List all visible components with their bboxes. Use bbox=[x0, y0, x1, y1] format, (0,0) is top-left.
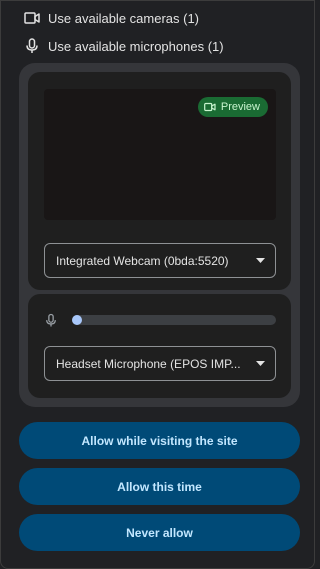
mic-level-indicator bbox=[72, 315, 82, 325]
microphone-card: Headset Microphone (EPOS IMP... bbox=[28, 294, 291, 398]
caret-down-icon bbox=[255, 256, 265, 266]
preview-badge-label: Preview bbox=[220, 101, 260, 113]
microphone-permission-row: Use available microphones (1) bbox=[23, 36, 224, 56]
camera-card: Preview Integrated Webcam (0bda:5520) bbox=[28, 72, 291, 290]
microphone-icon bbox=[23, 37, 41, 55]
preview-badge: Preview bbox=[197, 97, 268, 117]
microphone-permission-label: Use available microphones (1) bbox=[48, 38, 224, 54]
camera-permission-label: Use available cameras (1) bbox=[48, 10, 200, 26]
device-settings-panel: Preview Integrated Webcam (0bda:5520) He… bbox=[19, 63, 300, 407]
camera-preview: Preview bbox=[44, 89, 276, 220]
camera-icon bbox=[203, 101, 216, 113]
mic-level-row bbox=[44, 310, 276, 330]
microphone-select-value: Headset Microphone (EPOS IMP... bbox=[56, 356, 241, 371]
allow-while-visiting-button[interactable]: Allow while visiting the site bbox=[19, 422, 300, 459]
permission-dialog: Use available cameras (1) Use available … bbox=[0, 0, 315, 569]
camera-permission-row: Use available cameras (1) bbox=[23, 8, 199, 28]
never-allow-button[interactable]: Never allow bbox=[19, 514, 300, 551]
camera-select[interactable]: Integrated Webcam (0bda:5520) bbox=[44, 243, 276, 278]
caret-down-icon bbox=[255, 359, 265, 369]
camera-icon bbox=[23, 9, 41, 27]
microphone-icon bbox=[44, 312, 58, 328]
allow-this-time-button[interactable]: Allow this time bbox=[19, 468, 300, 505]
mic-level-meter bbox=[72, 315, 276, 325]
microphone-select[interactable]: Headset Microphone (EPOS IMP... bbox=[44, 346, 276, 381]
camera-select-value: Integrated Webcam (0bda:5520) bbox=[56, 253, 229, 268]
